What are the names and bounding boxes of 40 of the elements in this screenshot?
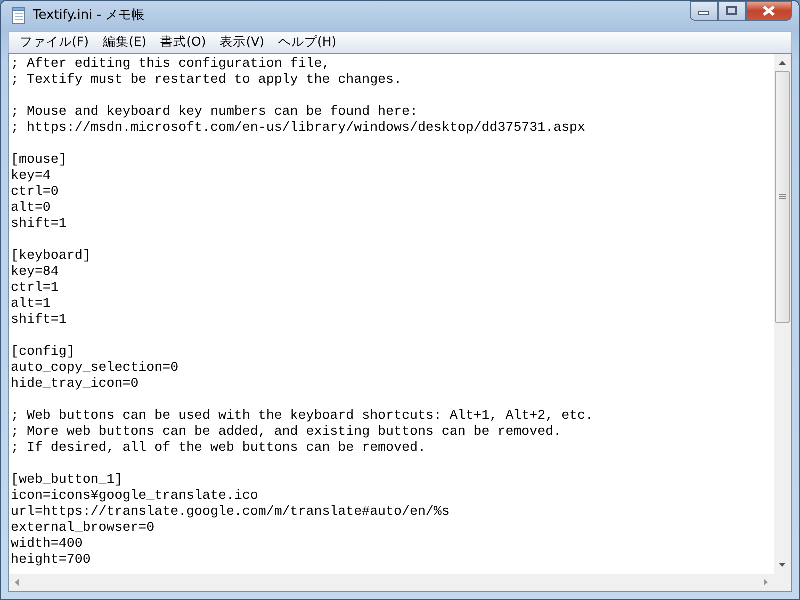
scroll-thumb[interactable] bbox=[775, 71, 790, 323]
text-line: [config] bbox=[11, 344, 75, 360]
text-line: alt=1 bbox=[11, 296, 51, 312]
text-line: [web_button_1] bbox=[11, 472, 123, 488]
text-line: shift=1 bbox=[11, 312, 67, 328]
menu-item[interactable]: 編集(E) bbox=[96, 33, 154, 52]
text-line: icon=icons¥google_translate.ico bbox=[11, 488, 258, 504]
text-line: auto_copy_selection=0 bbox=[11, 360, 179, 376]
menu-item[interactable]: ヘルプ(H) bbox=[272, 33, 344, 52]
text-line: [mouse] bbox=[11, 152, 67, 168]
vertical-scrollbar[interactable] bbox=[774, 54, 791, 574]
text-line: ctrl=1 bbox=[11, 280, 59, 296]
text-line: shift=1 bbox=[11, 216, 67, 232]
text-line: ; After editing this configuration file, bbox=[11, 56, 330, 72]
text-line: url=https://translate.google.com/m/translate#auto/en/%s bbox=[11, 504, 450, 520]
text-line: height=700 bbox=[11, 552, 91, 568]
menu-item[interactable]: 書式(O) bbox=[154, 33, 214, 52]
text-line: ; Web buttons can be used with the keyboard shortcuts: Alt+1, Alt+2, etc. bbox=[11, 408, 594, 424]
text-line: width=400 bbox=[11, 536, 83, 552]
text-line: ; https://msdn.microsoft.com/en-us/library/windows/desktop/dd375731.aspx bbox=[11, 120, 586, 136]
notepad-icon bbox=[11, 7, 27, 25]
menu-item[interactable]: ファイル(F) bbox=[13, 33, 96, 52]
text-line: key=4 bbox=[11, 168, 51, 184]
menu-item[interactable]: 表示(V) bbox=[213, 33, 272, 52]
text-line: hide_tray_icon=0 bbox=[11, 376, 139, 392]
maximize-button[interactable] bbox=[718, 1, 746, 21]
text-line: external_browser=0 bbox=[11, 520, 155, 536]
window-title: Textify.ini - メモ帳 bbox=[33, 7, 145, 26]
close-icon bbox=[762, 5, 776, 17]
text-line: key=84 bbox=[11, 264, 59, 280]
text-line: alt=0 bbox=[11, 200, 51, 216]
text-line: ; More web buttons can be added, and existing buttons can be removed. bbox=[11, 424, 562, 440]
text-line: [keyboard] bbox=[11, 248, 91, 264]
maximize-icon bbox=[726, 6, 738, 16]
text-line: ; Textify must be restarted to apply the changes. bbox=[11, 72, 402, 88]
text-line: ctrl=0 bbox=[11, 184, 59, 200]
text-line: ; If desired, all of the web buttons can be removed. bbox=[11, 440, 426, 456]
text-line: ; Mouse and keyboard key numbers can be found here: bbox=[11, 104, 418, 120]
minimize-button[interactable] bbox=[690, 1, 718, 21]
close-button[interactable] bbox=[746, 1, 792, 21]
